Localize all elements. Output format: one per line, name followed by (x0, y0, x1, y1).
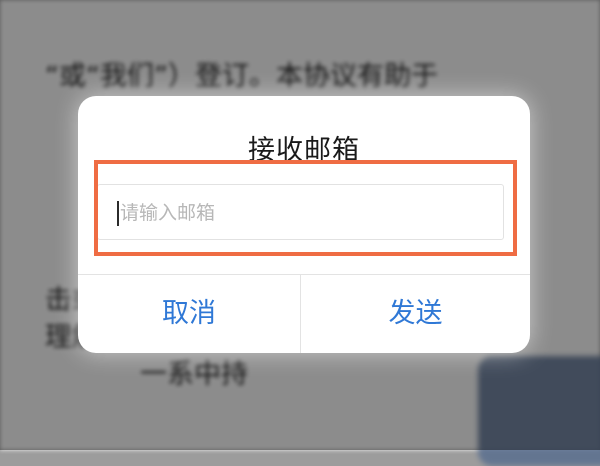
text-caret (117, 201, 119, 226)
dialog-title: 接收邮箱 (248, 135, 360, 166)
email-dialog: 接收邮箱 请输入邮箱 取消 发送 (78, 96, 530, 353)
cancel-button[interactable]: 取消 (78, 275, 300, 353)
email-input-placeholder: 请输入邮箱 (120, 202, 216, 224)
email-input[interactable]: 请输入邮箱 (97, 184, 504, 240)
send-button[interactable]: 发送 (301, 275, 530, 353)
